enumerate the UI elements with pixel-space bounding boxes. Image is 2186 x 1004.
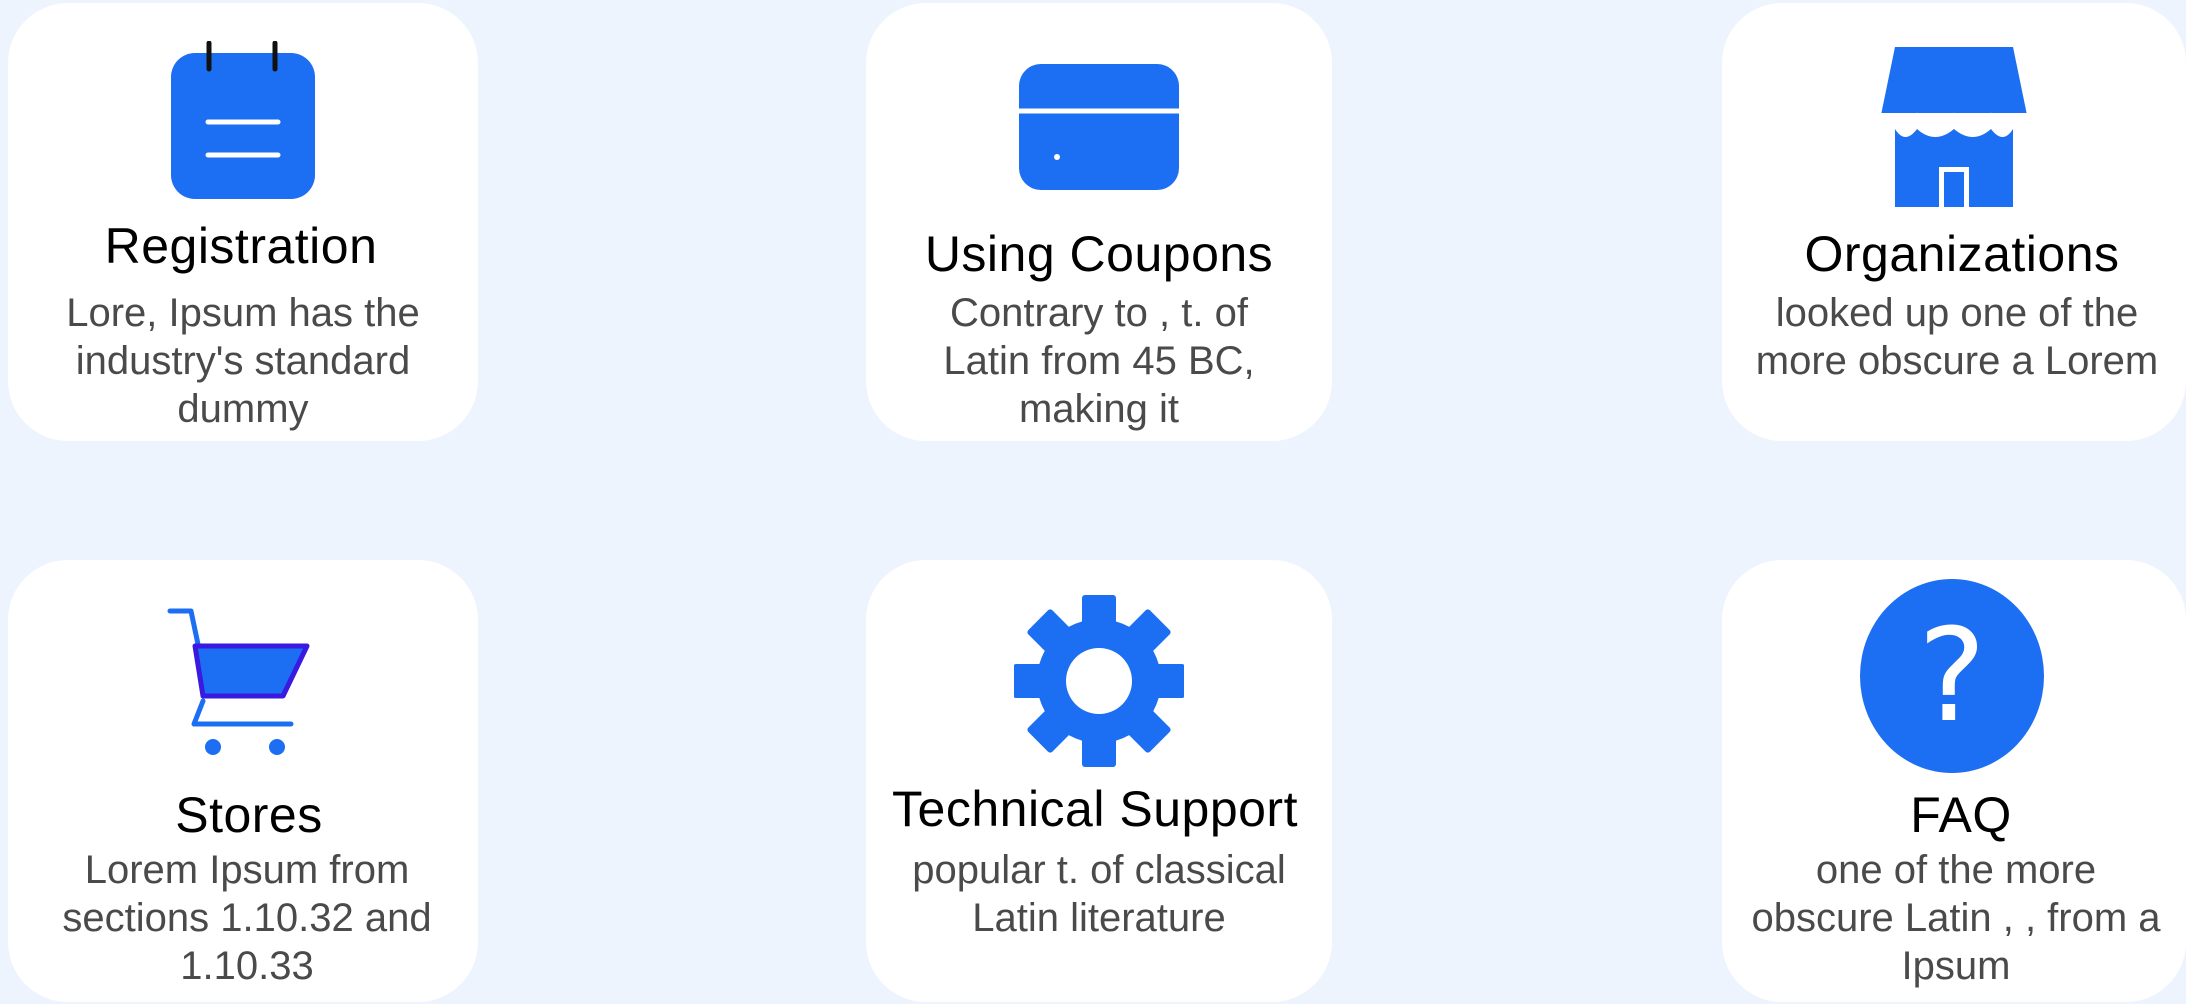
card-title: FAQ xyxy=(1910,787,2012,843)
card-title: Using Coupons xyxy=(924,226,1274,282)
card-description: Lore, Ipsum has the industry's standard … xyxy=(66,291,420,431)
card-technical-support[interactable]: Technical Support popular t. of classica… xyxy=(866,560,1332,1002)
card-description: one of the more obscure Latin , , from a… xyxy=(1751,848,2161,988)
card-description: popular t. of classical Latin literature xyxy=(912,848,1286,940)
store-icon xyxy=(1722,45,2186,211)
card-description: Lorem Ipsum from sections 1.10.32 and 1.… xyxy=(62,848,432,988)
card-description: looked up one of the more obscure a Lore… xyxy=(1755,291,2159,383)
calendar-icon xyxy=(8,41,478,203)
gear-icon xyxy=(866,594,1332,768)
card-registration[interactable]: Registration Lore, Ipsum has the industr… xyxy=(8,3,478,441)
svg-text:?: ? xyxy=(1918,602,1986,751)
card-title: Registration xyxy=(104,218,378,274)
card-title: Organizations xyxy=(1804,226,2120,282)
card-title: Technical Support xyxy=(892,781,1298,837)
card-organizations[interactable]: Organizations looked up one of the more … xyxy=(1722,3,2186,441)
card-description: Contrary to , t. of Latin from 45 BC, ma… xyxy=(943,291,1255,431)
card-title: Stores xyxy=(175,787,323,843)
card-faq[interactable]: ? FAQ one of the more obscure Latin , , … xyxy=(1722,560,2186,1002)
credit-card-icon xyxy=(866,61,1332,193)
shopping-cart-icon xyxy=(8,606,478,758)
question-icon: ? xyxy=(1722,578,2186,774)
card-using-coupons[interactable]: Using Coupons Contrary to , t. of Latin … xyxy=(866,3,1332,441)
card-stores[interactable]: Stores Lorem Ipsum from sections 1.10.32… xyxy=(8,560,478,1002)
